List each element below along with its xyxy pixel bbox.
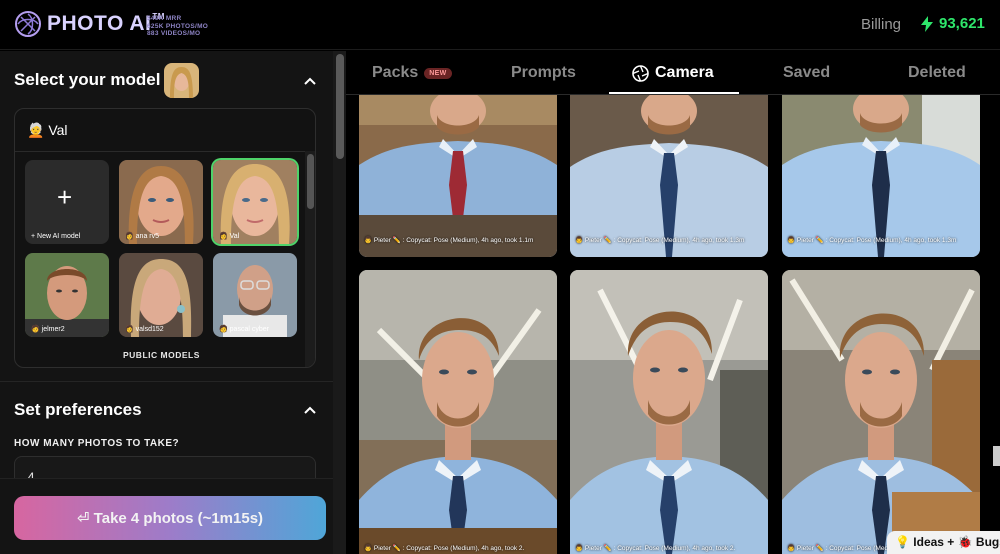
model-tile-ana-rv5[interactable]: 👩 ana rv5	[119, 160, 203, 244]
photo-card[interactable]: 👨 Pieter ✏️ : Copycat: Pose (Medium), 4h…	[570, 95, 768, 257]
photo-count-label: HOW MANY PHOTOS TO TAKE?	[14, 438, 180, 449]
photo-caption: 👨 Pieter ✏️ : Copycat: Pose (Medium), 4h…	[364, 237, 534, 244]
lightning-icon	[921, 15, 933, 32]
new-model-tile[interactable]: + + New AI model	[25, 160, 109, 244]
tab-camera[interactable]: Camera	[632, 64, 714, 82]
tile-label: 👩 ana rv5	[125, 233, 160, 240]
photo-card[interactable]: 👨 Pieter ✏️ : Copycat: Pose (Medium), 4h…	[359, 95, 557, 257]
photo-caption: 👨 Pieter ✏️ : Copycat: Pose (Medium), 4h…	[575, 237, 745, 244]
generated-photo	[782, 270, 980, 554]
photo-caption: 👨 Pieter ✏️ : Copycat: Pose (Medium), 4h…	[364, 545, 525, 552]
left-panel: Select your model 🧑‍🦳 Val + + New AI mod…	[0, 51, 333, 554]
top-bar: PHOTO AITM $49K MRR 625K PHOTOS/MO 883 V…	[0, 0, 1000, 50]
take-photos-button[interactable]: ⏎ Take 4 photos (~1m15s)	[14, 496, 326, 540]
tab-saved[interactable]: Saved	[783, 64, 830, 82]
new-badge: NEW	[424, 67, 452, 79]
active-tab-indicator	[609, 92, 739, 94]
selected-model-avatar	[164, 63, 199, 98]
model-tile-val[interactable]: 👩 Val	[213, 160, 297, 244]
section-divider	[0, 381, 333, 382]
generated-photo	[359, 270, 557, 554]
tile-label: 👩 Val	[219, 233, 240, 240]
divider	[15, 151, 315, 152]
photo-caption: 👨 Pieter ✏️ : Copycat: Pose (Medium), 4h…	[787, 237, 957, 244]
model-picker: 🧑‍🦳 Val + + New AI model 👩 ana rv5	[14, 108, 316, 368]
logo-icon[interactable]	[14, 10, 42, 38]
plus-icon: +	[57, 182, 73, 212]
model-scrollbar-thumb[interactable]	[307, 154, 314, 209]
collapse-preferences-chevron-icon[interactable]	[303, 405, 317, 415]
camera-aperture-icon	[632, 64, 649, 82]
tile-label: + New AI model	[31, 233, 81, 240]
main-scrollbar-thumb[interactable]	[336, 54, 344, 159]
photo-caption: 👨 Pieter ✏️ : Copycat: Pose (Medium), 4h…	[575, 545, 736, 552]
tab-bar: Packs NEW Prompts Camera Saved Deleted	[346, 51, 1000, 95]
photo-card[interactable]: 👨 Pieter ✏️ : Copycat: Pose (Medium), 4h…	[782, 95, 980, 257]
generated-photo	[570, 270, 768, 554]
select-model-title: Select your model	[14, 70, 161, 89]
photo-card[interactable]: 👨 Pieter ✏️ : Copycat: Pose (Medium), 4h…	[782, 270, 980, 554]
model-tile-pascal-cyber[interactable]: 🧑 pascal cyber	[213, 253, 297, 337]
ideas-bugs-button[interactable]: 💡 Ideas + 🐞 Bugs	[887, 531, 1000, 554]
brand-stats: $49K MRR 625K PHOTOS/MO 883 VIDEOS/MO	[147, 15, 209, 37]
public-models-label[interactable]: PUBLIC MODELS	[123, 350, 200, 360]
generated-photo	[782, 95, 980, 257]
side-tab[interactable]	[993, 446, 1000, 466]
tile-label: 🧑 pascal cyber	[219, 326, 269, 333]
photo-card[interactable]: 👨 Pieter ✏️ : Copycat: Pose (Medium), 4h…	[359, 270, 557, 554]
model-tile-jelmer2[interactable]: 🧑 jelmer2	[25, 253, 109, 337]
generated-photo	[570, 95, 768, 257]
credits-counter[interactable]: 93,621	[921, 15, 985, 32]
photo-card[interactable]: 👨 Pieter ✏️ : Copycat: Pose (Medium), 4h…	[570, 270, 768, 554]
preferences-title: Set preferences	[14, 400, 142, 419]
tab-prompts[interactable]: Prompts	[511, 64, 576, 82]
selected-model-name[interactable]: 🧑‍🦳 Val	[27, 122, 68, 139]
generated-photo	[359, 95, 557, 257]
tab-packs[interactable]: Packs NEW	[372, 64, 452, 82]
tile-label: 🧑 jelmer2	[31, 326, 65, 333]
tab-deleted[interactable]: Deleted	[908, 64, 966, 82]
tile-label: 👩 valsd152	[125, 326, 164, 333]
collapse-model-chevron-icon[interactable]	[303, 76, 317, 86]
model-tile-valsd152[interactable]: 👩 valsd152	[119, 253, 203, 337]
billing-link[interactable]: Billing	[861, 16, 901, 33]
